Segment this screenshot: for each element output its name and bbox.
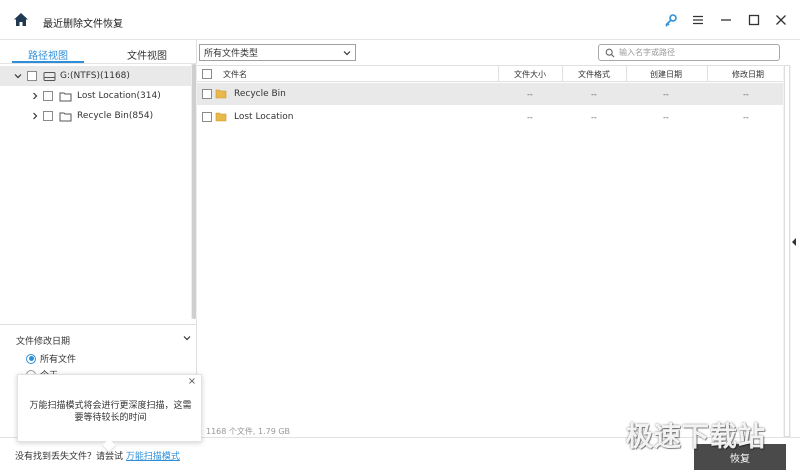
tree-item-drive[interactable]: G:(NTFS)(1168) — [0, 66, 193, 86]
chevron-down-icon[interactable] — [183, 334, 191, 342]
tab-path-view[interactable]: 路径视图 — [28, 47, 68, 62]
chevron-down-icon[interactable] — [14, 72, 22, 80]
tab-file-view[interactable]: 文件视图 — [127, 47, 167, 62]
chevron-right-icon[interactable] — [31, 92, 39, 100]
menu-icon[interactable] — [690, 12, 706, 28]
created-date: -- — [663, 113, 669, 122]
title-bar: 最近删除文件恢复 — [0, 0, 800, 40]
column-header-created[interactable]: 创建日期 — [650, 69, 682, 80]
created-date: -- — [663, 90, 669, 99]
collapse-left-arrow-icon[interactable] — [791, 238, 797, 246]
checkbox[interactable] — [27, 71, 37, 81]
file-size: -- — [527, 113, 533, 122]
chevron-right-icon[interactable] — [31, 112, 39, 120]
file-type-select[interactable]: 所有文件类型 — [199, 44, 356, 61]
home-icon[interactable] — [12, 11, 30, 29]
column-header-size[interactable]: 文件大小 — [514, 69, 546, 80]
drive-icon — [43, 71, 56, 82]
folder-icon — [215, 111, 227, 125]
column-header-format[interactable]: 文件格式 — [578, 69, 610, 80]
file-name: Recycle Bin — [234, 89, 286, 99]
checkbox[interactable] — [43, 91, 53, 101]
table-scrollbar[interactable] — [783, 65, 791, 437]
close-icon[interactable] — [773, 12, 789, 28]
file-format: -- — [591, 90, 597, 99]
checkbox[interactable] — [202, 112, 212, 122]
deep-scan-tooltip: × 万能扫描模式将会进行更深度扫描，这需 要等待较长的时间 — [17, 374, 202, 442]
tree-label: Lost Location(314) — [77, 91, 161, 101]
file-count-status: 1168 个文件, 1.79 GB — [206, 427, 291, 436]
file-type-value: 所有文件类型 — [204, 49, 259, 59]
no-files-text: 没有找到丢失文件？请尝试 — [15, 452, 124, 462]
modified-date: -- — [743, 90, 749, 99]
search-icon — [605, 48, 615, 58]
column-header-name[interactable]: 文件名 — [223, 69, 247, 80]
minimize-icon[interactable] — [718, 12, 734, 28]
tree-label: Recycle Bin(854) — [77, 111, 154, 121]
view-tabs: 路径视图 文件视图 — [0, 40, 197, 64]
date-filter-title: 文件修改日期 — [16, 337, 71, 347]
select-all-checkbox[interactable] — [202, 69, 212, 79]
folder-outline-icon — [59, 91, 72, 102]
file-name: Lost Location — [234, 112, 294, 122]
site-watermark: 极速下载站 — [626, 422, 766, 453]
maximize-icon[interactable] — [746, 12, 762, 28]
checkbox[interactable] — [202, 89, 212, 99]
modified-date: -- — [743, 113, 749, 122]
checkbox[interactable] — [43, 111, 53, 121]
deep-scan-link[interactable]: 万能扫描模式 — [126, 452, 180, 462]
scrollbar-thumb[interactable] — [192, 64, 196, 319]
radio-label: 所有文件 — [40, 355, 77, 365]
table-row[interactable]: Recycle Bin -- -- -- -- — [197, 83, 791, 105]
table-header: 文件名 文件大小 文件格式 创建日期 修改日期 — [197, 65, 783, 82]
file-size: -- — [527, 90, 533, 99]
search-input[interactable] — [619, 48, 769, 57]
folder-outline-icon — [59, 111, 72, 122]
search-box[interactable] — [598, 44, 780, 61]
divider — [0, 324, 197, 325]
folder-icon — [215, 88, 227, 102]
chevron-down-icon — [343, 49, 351, 60]
radio-button[interactable] — [26, 353, 36, 364]
table-row[interactable]: Lost Location -- -- -- -- — [197, 106, 791, 128]
tree-item-recycle-bin[interactable]: Recycle Bin(854) — [0, 106, 193, 126]
tooltip-close-icon[interactable]: × — [187, 377, 197, 387]
column-header-modified[interactable]: 修改日期 — [732, 69, 764, 80]
tree-item-lost-location[interactable]: Lost Location(314) — [0, 86, 193, 106]
key-icon[interactable] — [663, 12, 679, 28]
scrollbar-thumb[interactable] — [784, 65, 790, 437]
no-files-message: 没有找到丢失文件？请尝试 万能扫描模式 — [15, 449, 180, 462]
app-title: 最近删除文件恢复 — [43, 19, 123, 30]
tree-label: G:(NTFS)(1168) — [60, 71, 130, 81]
radio-all-files[interactable]: 所有文件 — [26, 352, 76, 365]
file-format: -- — [591, 113, 597, 122]
active-tab-indicator — [12, 61, 84, 63]
tooltip-text: 要等待较长的时间 — [74, 413, 147, 423]
